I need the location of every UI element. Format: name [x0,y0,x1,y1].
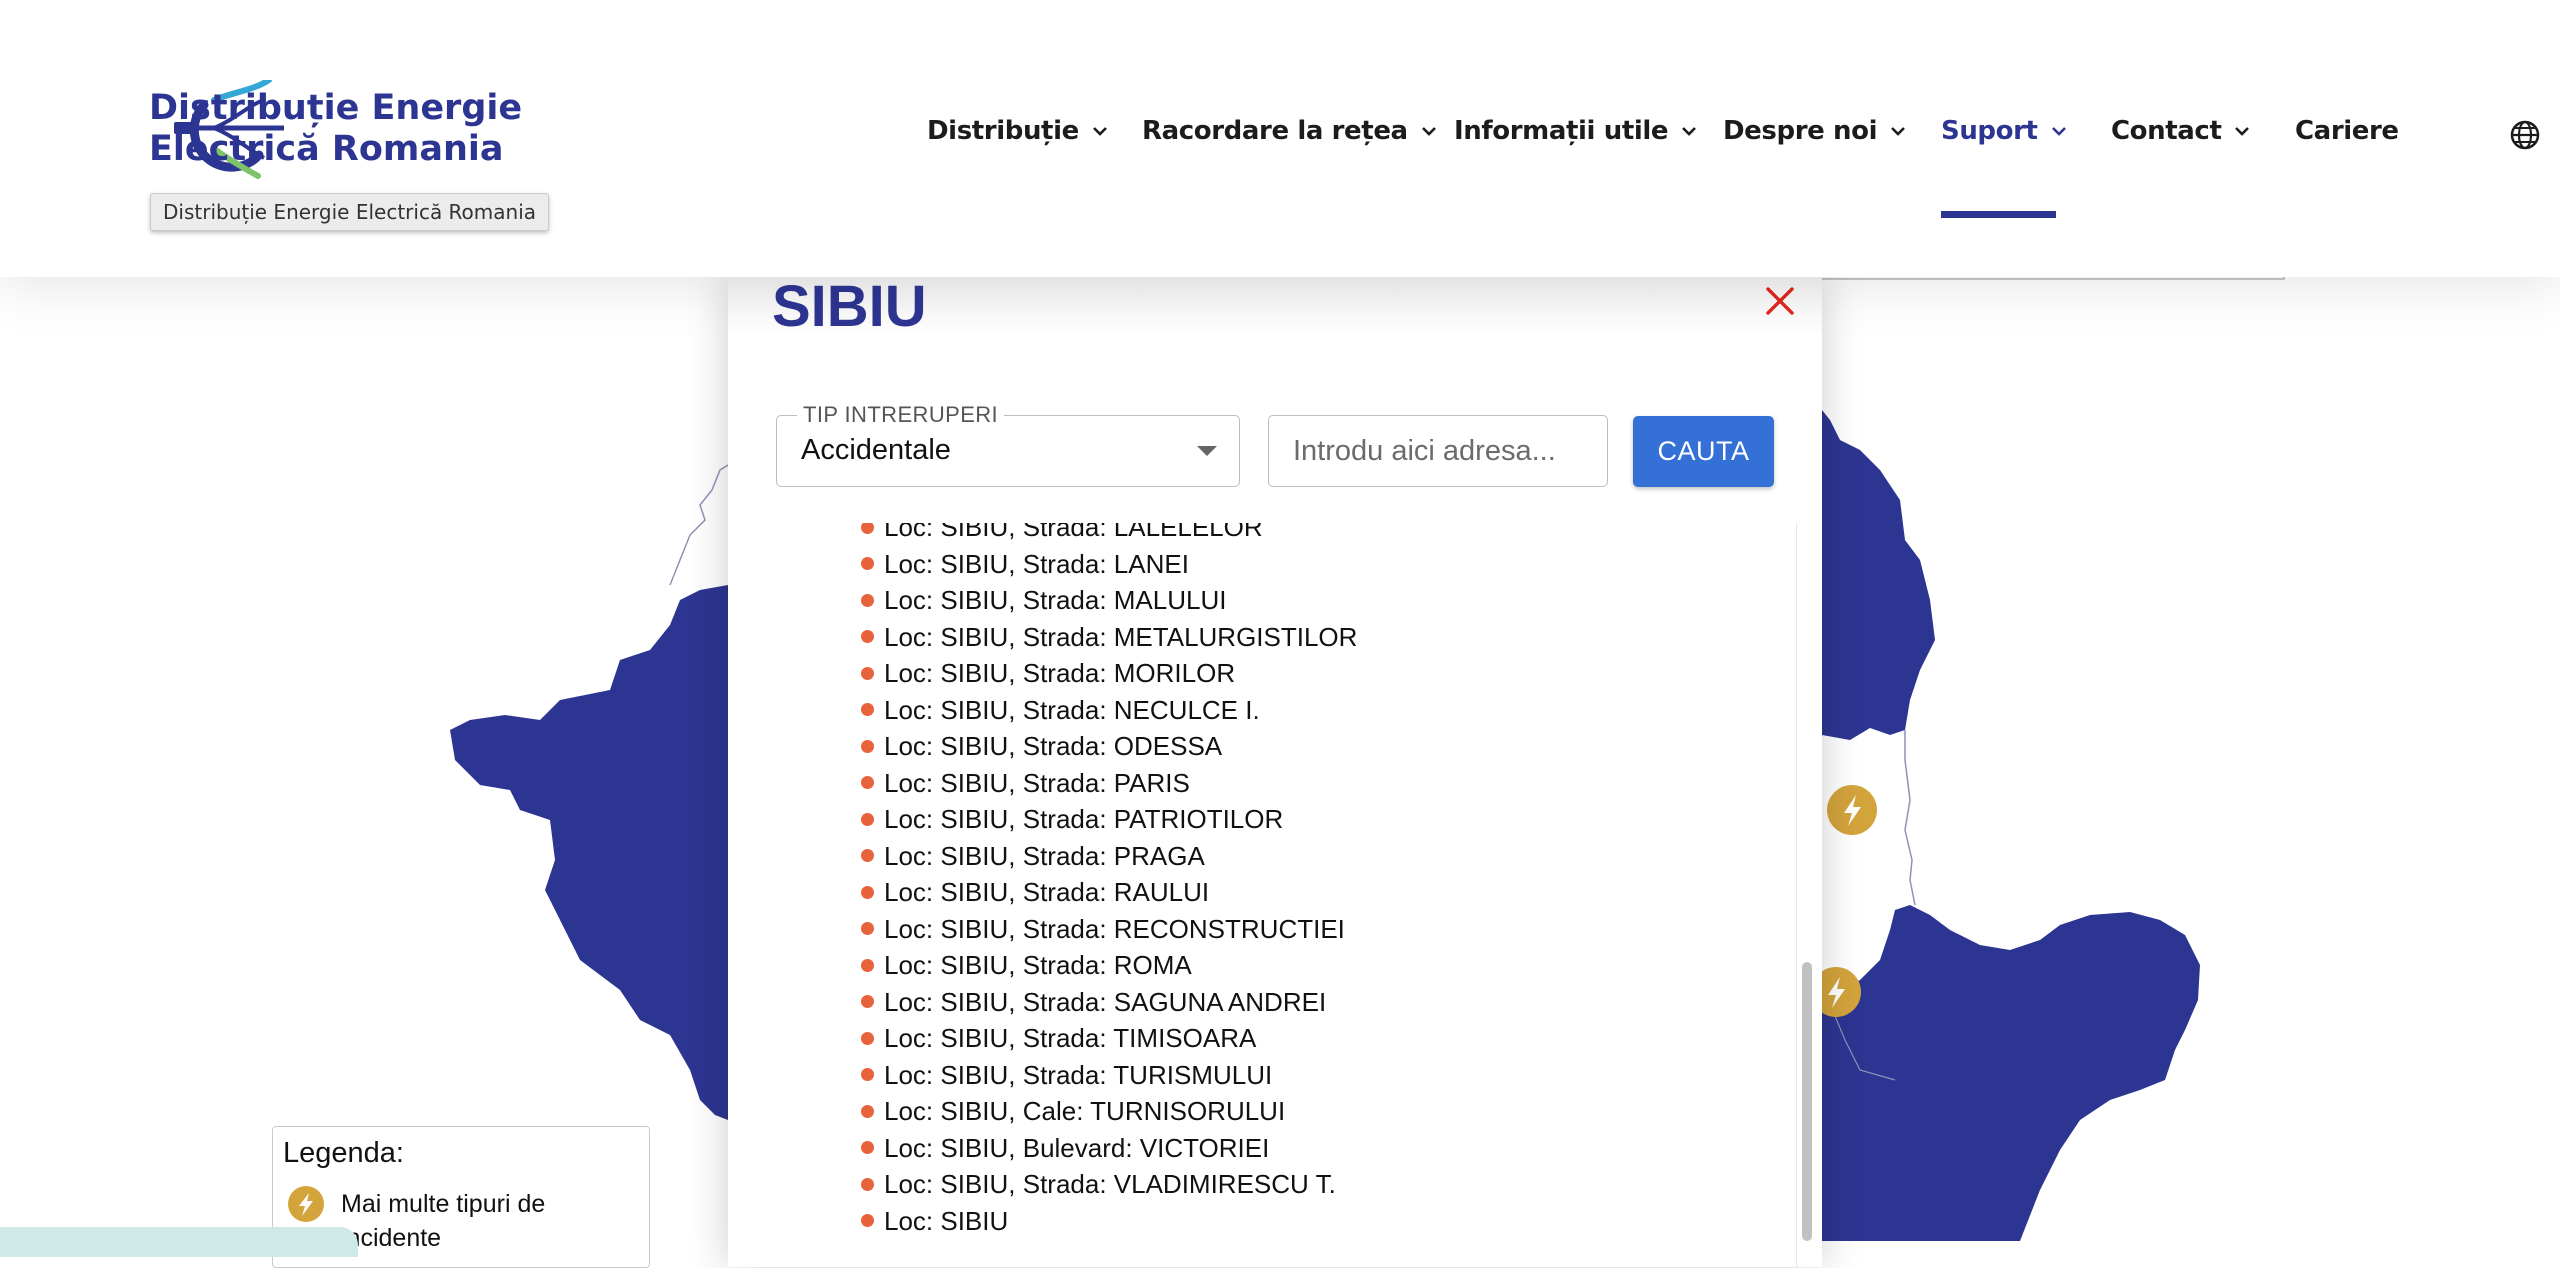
list-item: Loc: SIBIU [861,1203,1357,1240]
close-icon[interactable] [1764,285,1796,317]
incident-dot-icon [861,1031,874,1045]
list-item: Loc: SIBIU, Strada: SAGUNA ANDREI [861,984,1357,1021]
caret-down-icon [1197,446,1217,456]
incident-dot-icon [861,885,874,899]
bolt-icon [288,1186,324,1222]
incident-dot-icon [861,1214,874,1228]
nav-item-cariere[interactable]: Cariere [2295,116,2399,146]
nav-item-label: Contact [2111,116,2222,146]
incident-dot-icon [861,703,874,717]
incident-dot-icon [861,630,874,644]
incident-dot-icon [861,557,874,571]
company-name-line1: Distribuție Energie [149,88,523,128]
list-item: Loc: SIBIU, Strada: LALELELOR [861,523,1357,546]
affected-streets-list[interactable]: Loc: SIBIU, Strada: LALELELOR Loc: SIBIU… [728,523,1788,1267]
list-item: Loc: SIBIU, Strada: MALULUI [861,582,1357,619]
nav-item-despre-noi[interactable]: Despre noi [1723,116,1907,146]
map-incident-marker[interactable] [1827,785,1877,835]
incident-dot-icon [861,666,874,680]
list-item: Loc: SIBIU, Strada: ODESSA [861,728,1357,765]
incident-dot-icon [861,593,874,607]
list-item: Loc: SIBIU, Strada: RAULUI [861,874,1357,911]
nav-item-label: Suport [1941,116,2038,146]
incident-dot-icon [861,958,874,972]
incident-dot-icon [861,1104,874,1118]
legend-item-text: Mai multe tipuri de incidente [341,1190,546,1252]
nav-item-label: Distribuție [927,116,1079,146]
list-item: Loc: SIBIU, Strada: PATRIOTILOR [861,801,1357,838]
incident-dot-icon [861,1177,874,1191]
list-item: Loc: SIBIU, Strada: PRAGA [861,838,1357,875]
active-nav-indicator [1941,211,2056,218]
chevron-down-icon [1682,127,1697,136]
chevron-down-icon [2051,127,2066,136]
incident-dot-icon [861,849,874,863]
status-bar [0,1227,358,1257]
address-search-input[interactable] [1268,415,1608,487]
list-item: Loc: SIBIU, Strada: MORILOR [861,655,1357,692]
chevron-down-icon [1421,127,1436,136]
nav-item-informatii[interactable]: Informații utile [1454,116,1698,146]
list-item: Loc: SIBIU, Bulevard: VICTORIEI [861,1130,1357,1167]
incident-dot-icon [861,739,874,753]
incident-dot-icon [861,1141,874,1155]
list-item: Loc: SIBIU, Strada: LANEI [861,546,1357,583]
list-item: Loc: SIBIU, Strada: RECONSTRUCTIEI [861,911,1357,948]
dialog-title: SIBIU [772,274,927,339]
list-item: Loc: SIBIU, Strada: NECULCE I. [861,692,1357,729]
street-list: Loc: SIBIU, Strada: LALELELOR Loc: SIBIU… [861,523,1357,1240]
nav-item-contact[interactable]: Contact [2111,116,2251,146]
company-name[interactable]: Distribuție Energie Electrică Romania [149,88,522,170]
nav-item-suport[interactable]: Suport [1941,116,2068,146]
list-item: Loc: SIBIU, Strada: PARIS [861,765,1357,802]
legend-title: Legenda: [283,1137,404,1169]
chevron-down-icon [2235,127,2250,136]
incident-dot-icon [861,523,874,534]
nav-item-label: Cariere [2295,116,2399,146]
list-item: Loc: SIBIU, Strada: METALURGISTILOR [861,619,1357,656]
nav-item-label: Racordare la rețea [1142,116,1408,146]
incident-dot-icon [861,995,874,1009]
chevron-down-icon [1891,127,1906,136]
search-button[interactable]: CAUTA [1633,416,1774,487]
outage-type-select[interactable]: TIP INTRERUPERI Accidentale [776,402,1240,487]
incident-dot-icon [861,812,874,826]
outage-type-value: Accidentale [801,434,951,466]
outage-dialog: SIBIU TIP INTRERUPERI Accidentale CAUTA … [728,274,1822,1267]
list-item: Loc: SIBIU, Cale: TURNISORULUI [861,1093,1357,1130]
nav-item-label: Informații utile [1454,116,1669,146]
list-item: Loc: SIBIU, Strada: TURISMULUI [861,1057,1357,1094]
incident-dot-icon [861,1068,874,1082]
site-header: Distribuție Energie Electrică Romania Di… [0,0,2560,277]
list-item: Loc: SIBIU, Strada: TIMISOARA [861,1020,1357,1057]
list-item: Loc: SIBIU, Strada: VLADIMIRESCU T. [861,1166,1357,1203]
nav-item-label: Despre noi [1723,116,1878,146]
outage-type-label: TIP INTRERUPERI [797,402,1005,428]
list-item: Loc: SIBIU, Strada: ROMA [861,947,1357,984]
logo-tooltip: Distribuție Energie Electrică Romania [150,193,550,231]
incident-dot-icon [861,776,874,790]
chevron-down-icon [1092,127,1107,136]
company-name-line2: Electrică Romania [149,129,504,169]
nav-item-distributie[interactable]: Distribuție [927,116,1109,146]
list-scrollbar-thumb[interactable] [1802,962,1812,1241]
incident-dot-icon [861,922,874,936]
nav-item-racordare[interactable]: Racordare la rețea [1142,116,1438,146]
globe-icon[interactable] [2508,118,2542,152]
